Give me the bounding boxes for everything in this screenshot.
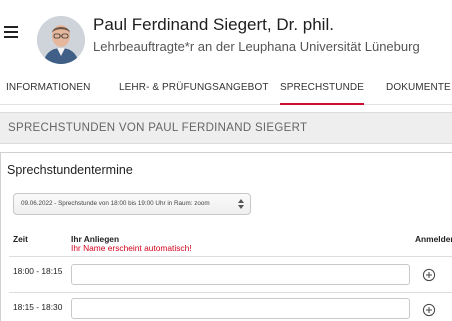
- tab-informationen[interactable]: INFORMATIONEN: [6, 67, 90, 105]
- section-banner: SPRECHSTUNDEN VON PAUL FERDINAND SIEGERT: [0, 112, 452, 144]
- banner-title: SPRECHSTUNDEN VON PAUL FERDINAND SIEGERT: [8, 122, 308, 134]
- hamburger-bar: [4, 31, 18, 33]
- column-header-time: Zeit: [13, 234, 28, 244]
- avatar: [37, 16, 85, 64]
- date-select-value: 09.06.2022 - Sprechstunde von 18:00 bis …: [21, 200, 210, 207]
- hamburger-menu-icon[interactable]: [4, 26, 18, 38]
- slot-time: 18:15 - 18:30: [13, 302, 63, 312]
- profile-subtitle: Lehrbeauftragte*r an der Leuphana Univer…: [93, 39, 420, 54]
- tab-bar: INFORMATIONEN LEHR- & PRÜFUNGSANGEBOT SP…: [0, 67, 452, 105]
- hamburger-bar: [4, 26, 18, 28]
- tab-lehr-pruefungsangebot[interactable]: LEHR- & PRÜFUNGSANGEBOT: [119, 67, 269, 105]
- plus-circle-icon[interactable]: [422, 268, 436, 282]
- person-photo-icon: [37, 16, 85, 64]
- concern-input[interactable]: [71, 298, 410, 319]
- hamburger-bar: [4, 36, 18, 38]
- slot-time: 18:00 - 18:15: [13, 266, 63, 276]
- name-hint: Ihr Name erscheint automatisch!: [71, 243, 192, 253]
- row-divider: [9, 292, 452, 293]
- tab-sprechstunde[interactable]: SPRECHSTUNDE: [280, 67, 364, 105]
- appointments-section: Sprechstundentermine 09.06.2022 - Sprech…: [0, 153, 452, 321]
- date-select[interactable]: 09.06.2022 - Sprechstunde von 18:00 bis …: [13, 193, 251, 215]
- row-divider: [9, 256, 452, 257]
- concern-input[interactable]: [71, 264, 410, 285]
- plus-circle-icon[interactable]: [422, 303, 436, 317]
- tab-dokumente[interactable]: DOKUMENTE: [386, 67, 451, 105]
- column-header-register: Anmelden: [415, 234, 452, 244]
- profile-header: Paul Ferdinand Siegert, Dr. phil. Lehrbe…: [0, 0, 452, 67]
- updown-arrows-icon: [238, 199, 244, 209]
- profile-name: Paul Ferdinand Siegert, Dr. phil.: [93, 15, 334, 34]
- section-title: Sprechstundentermine: [7, 163, 133, 177]
